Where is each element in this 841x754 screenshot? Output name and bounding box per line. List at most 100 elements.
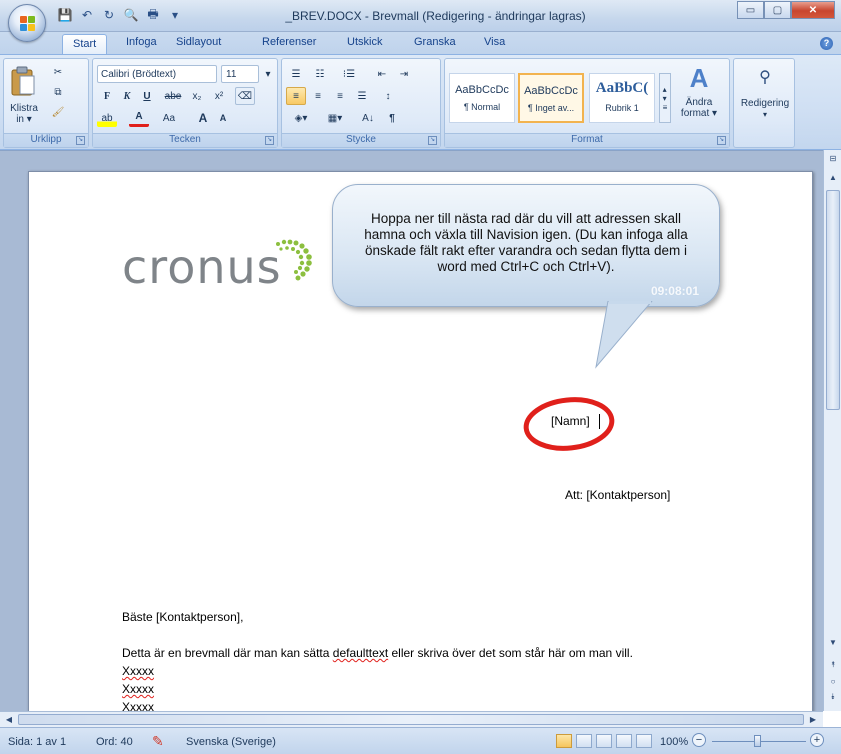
strikethrough-button[interactable]: abe — [163, 87, 183, 105]
attention-line[interactable]: Att: [Kontaktperson] — [565, 488, 670, 502]
callout-text: Hoppa ner till nästa rad där du vill att… — [364, 211, 688, 274]
change-styles-label[interactable]: Ändra — [673, 97, 725, 108]
tab-visa[interactable]: Visa — [484, 36, 505, 48]
body-text-start: Detta är en brevmall där man kan sätta — [122, 646, 333, 660]
paste-label[interactable]: Klistra — [6, 103, 42, 114]
horizontal-scroll-thumb[interactable] — [18, 714, 804, 725]
tab-infoga[interactable]: Infoga — [126, 36, 157, 48]
placeholder-line[interactable]: Xxxxx — [122, 682, 154, 696]
minimize-button[interactable]: ▭ — [737, 1, 764, 19]
page-count[interactable]: Sida: 1 av 1 — [8, 736, 66, 748]
group-paragraph: ☰ ☷ ⁝☰ ⇤ ⇥ ≡ ≡ ≡ ☰ ↕ ◈▾ ▦▾ A↓ ¶ Stycke ↘ — [281, 58, 441, 148]
increase-indent-icon[interactable]: ⇥ — [394, 65, 414, 83]
font-size-field[interactable]: 11 — [221, 65, 259, 83]
change-case-button[interactable]: Aa — [159, 109, 179, 127]
vertical-scrollbar[interactable]: ⊟ ▲ ▼ ⯭ ○ ⯯ — [823, 150, 841, 711]
sort-icon[interactable]: A↓ — [358, 109, 378, 127]
help-icon[interactable]: ? — [820, 37, 833, 50]
bold-button[interactable]: F — [97, 87, 117, 105]
editing-dropdown-icon[interactable]: ▾ — [735, 109, 795, 119]
paste-icon[interactable] — [8, 63, 38, 99]
shading-icon[interactable]: ◈▾ — [286, 109, 316, 127]
show-marks-icon[interactable]: ¶ — [382, 109, 402, 127]
office-button[interactable] — [8, 4, 46, 42]
font-name-field[interactable]: Calibri (Brödtext) — [97, 65, 217, 83]
tab-referenser[interactable]: Referenser — [262, 36, 316, 48]
subscript-button[interactable]: x₂ — [187, 87, 207, 105]
word-count[interactable]: Ord: 40 — [96, 736, 133, 748]
status-bar: Sida: 1 av 1 Ord: 40 ✎ Svenska (Sverige)… — [0, 727, 841, 754]
italic-button[interactable]: K — [117, 87, 137, 105]
align-left-icon[interactable]: ≡ — [286, 87, 306, 105]
paragraph-launcher-icon[interactable]: ↘ — [428, 136, 437, 145]
style-heading-1[interactable]: AaBbC( Rubrik 1 — [589, 73, 655, 123]
close-button[interactable]: ✕ — [791, 1, 835, 19]
justify-icon[interactable]: ☰ — [352, 87, 372, 105]
align-center-icon[interactable]: ≡ — [308, 87, 328, 105]
grow-font-button[interactable]: A — [193, 109, 213, 127]
copy-icon[interactable]: ⧉ — [48, 83, 68, 101]
tab-sidlayout[interactable]: Sidlayout — [176, 36, 221, 48]
tab-granska[interactable]: Granska — [414, 36, 456, 48]
style-sample: AaBbCcDc — [455, 84, 509, 96]
scroll-right-icon[interactable]: ▶ — [806, 713, 820, 726]
cut-icon[interactable]: ✂ — [48, 63, 68, 81]
borders-icon[interactable]: ▦▾ — [320, 109, 350, 127]
scroll-up-icon[interactable]: ▲ — [825, 170, 841, 184]
tab-utskick[interactable]: Utskick — [347, 36, 382, 48]
web-layout-icon[interactable] — [596, 734, 612, 748]
previous-page-icon[interactable]: ⯭ — [825, 658, 841, 672]
horizontal-scrollbar[interactable]: ◀ ▶ — [0, 711, 823, 727]
underline-button[interactable]: U — [137, 87, 157, 105]
font-color-button[interactable]: A — [129, 109, 149, 127]
zoom-level[interactable]: 100% — [660, 736, 688, 748]
draft-view-icon[interactable] — [636, 734, 652, 748]
binoculars-icon[interactable]: ⚲ — [752, 65, 778, 89]
clear-formatting-icon[interactable]: ⌫ — [235, 87, 255, 105]
clipboard-launcher-icon[interactable]: ↘ — [76, 136, 85, 145]
zoom-out-button[interactable]: − — [692, 733, 706, 747]
editing-button[interactable]: Redigering — [735, 97, 795, 109]
style-normal[interactable]: AaBbCcDc ¶ Normal — [449, 73, 515, 123]
company-logo: cronus — [122, 239, 312, 294]
callout-pointer-icon — [595, 301, 653, 369]
outline-view-icon[interactable] — [616, 734, 632, 748]
vertical-scroll-thumb[interactable] — [826, 190, 840, 410]
styles-scroll[interactable]: ▴ ▾ ≡ — [659, 73, 671, 123]
full-screen-reading-icon[interactable] — [576, 734, 592, 748]
body-line[interactable]: Detta är en brevmall där man kan sätta d… — [122, 646, 633, 660]
maximize-button[interactable]: ▢ — [764, 1, 791, 19]
ribbon: Klistra in ▾ ✂ ⧉ 🖌 Urklipp ↘ Calibri (Br… — [0, 54, 841, 150]
decrease-indent-icon[interactable]: ⇤ — [372, 65, 392, 83]
next-page-icon[interactable]: ⯯ — [825, 690, 841, 704]
placeholder-line[interactable]: Xxxxx — [122, 664, 154, 678]
print-layout-view-icon[interactable] — [556, 734, 572, 748]
ruler-toggle-icon[interactable]: ⊟ — [825, 152, 841, 164]
font-grow-icon[interactable]: ▾ — [261, 65, 275, 83]
style-no-spacing[interactable]: AaBbCcDc ¶ Inget av... — [518, 73, 584, 123]
greeting-line[interactable]: Bäste [Kontaktperson], — [122, 610, 243, 624]
change-styles-icon[interactable]: A — [679, 63, 719, 93]
browse-object-icon[interactable]: ○ — [825, 674, 841, 688]
scroll-down-icon[interactable]: ▼ — [825, 635, 841, 649]
tab-start[interactable]: Start — [62, 34, 108, 55]
scroll-left-icon[interactable]: ◀ — [2, 713, 16, 726]
bullets-icon[interactable]: ☰ — [286, 65, 306, 83]
zoom-in-button[interactable]: + — [810, 733, 824, 747]
change-styles-dropdown[interactable]: format ▾ — [673, 108, 725, 119]
multilevel-list-icon[interactable]: ⁝☰ — [334, 65, 364, 83]
align-right-icon[interactable]: ≡ — [330, 87, 350, 105]
format-painter-icon[interactable]: 🖌 — [48, 103, 68, 121]
shrink-font-button[interactable]: A — [213, 109, 233, 127]
font-launcher-icon[interactable]: ↘ — [265, 136, 274, 145]
styles-launcher-icon[interactable]: ↘ — [717, 136, 726, 145]
zoom-slider-thumb[interactable] — [754, 735, 761, 747]
numbering-icon[interactable]: ☷ — [310, 65, 330, 83]
proofing-icon[interactable]: ✎ — [152, 733, 164, 750]
line-spacing-icon[interactable]: ↕ — [378, 87, 398, 105]
superscript-button[interactable]: x² — [209, 87, 229, 105]
highlight-button[interactable]: ab — [97, 109, 117, 127]
language-indicator[interactable]: Svenska (Sverige) — [186, 736, 276, 748]
window-controls: ▭ ▢ ✕ — [737, 1, 835, 19]
paste-dropdown-label[interactable]: in ▾ — [6, 114, 42, 125]
